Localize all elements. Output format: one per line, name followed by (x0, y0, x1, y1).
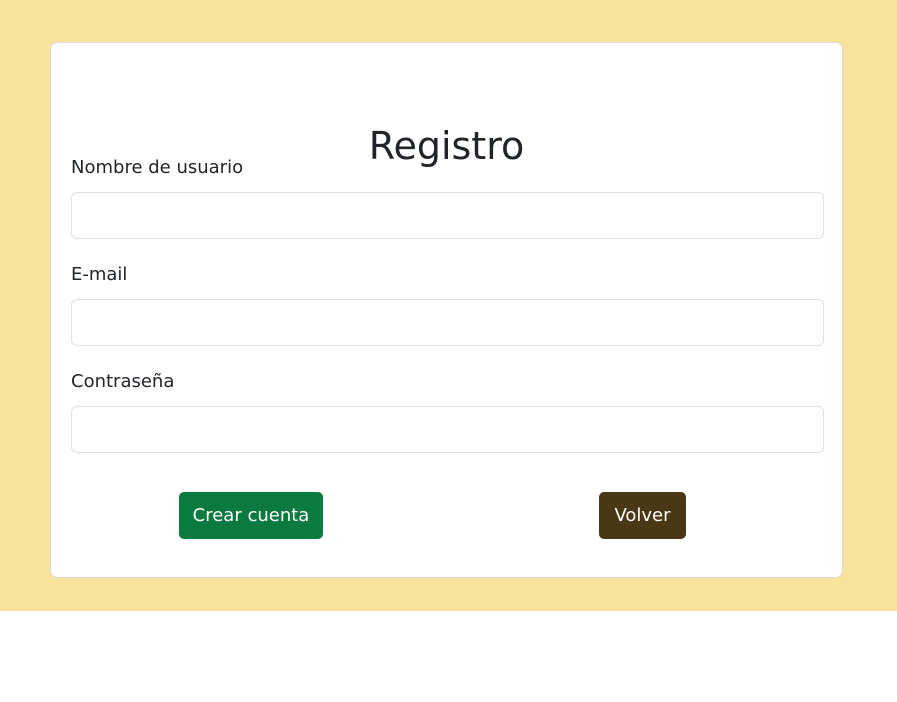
email-input[interactable] (71, 299, 824, 346)
password-input[interactable] (71, 406, 824, 453)
username-input[interactable] (71, 192, 824, 239)
password-label: Contraseña (71, 371, 175, 392)
back-button[interactable]: Volver (599, 492, 686, 539)
email-label: E-mail (71, 264, 128, 285)
create-account-button[interactable]: Crear cuenta (179, 492, 323, 539)
registration-card: Registro Nombre de usuario E-mail Contra… (50, 42, 843, 578)
username-label: Nombre de usuario (71, 157, 244, 178)
